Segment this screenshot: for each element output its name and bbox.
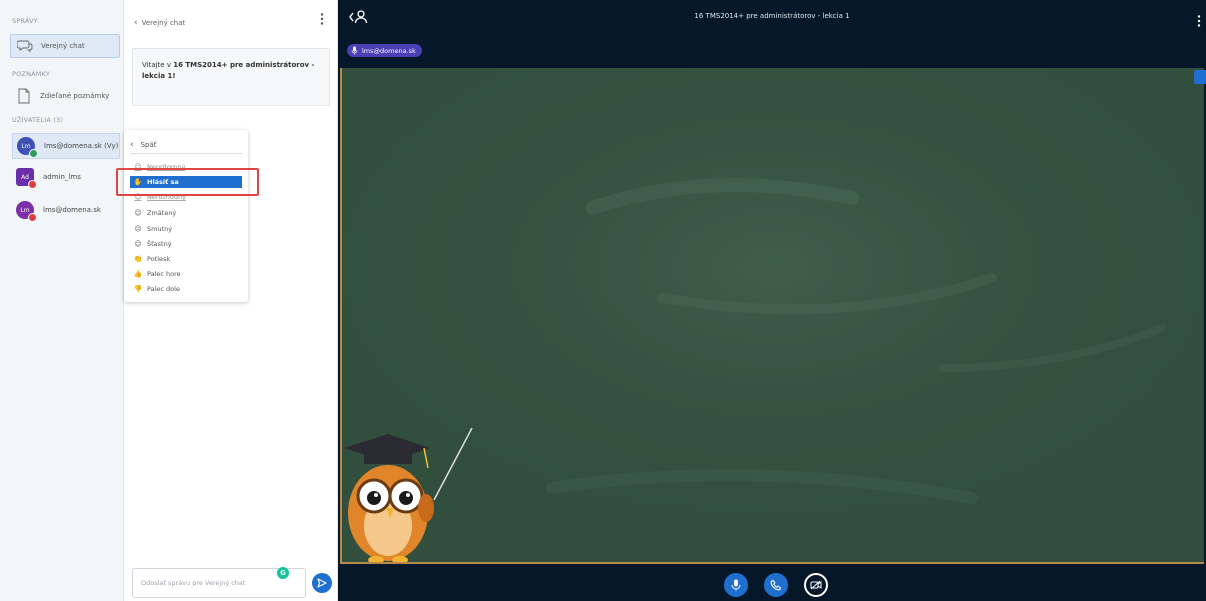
users-section-title: UŽÍVATELIA (3) <box>12 116 64 124</box>
chat-bubbles-icon <box>17 38 33 54</box>
user-name: lms@domena.sk (Vy) <box>44 142 119 150</box>
user-list-item[interactable]: Lm lms@domena.sk (Vy) <box>12 133 120 159</box>
status-menu: ‹ Späť ☺ Neprítomný ✋ Hlásiť sa ☺ Nerozh… <box>124 130 248 302</box>
phone-icon <box>770 579 782 591</box>
thumbs-up-icon: 👍 <box>133 270 143 278</box>
status-thumbs-up[interactable]: 👍 Palec hore <box>130 268 242 280</box>
status-applause[interactable]: 👏 Potlesk <box>130 253 242 265</box>
user-list-item[interactable]: Lm lms@domena.sk <box>12 197 120 223</box>
media-controls <box>338 566 1206 601</box>
happy-icon: ☺ <box>134 240 142 248</box>
chat-header: ‹ Verejný chat <box>124 0 338 46</box>
sad-icon: ☹ <box>134 225 142 233</box>
user-list-item[interactable]: Ad admin_lms <box>12 164 120 190</box>
presentation-side-toggle[interactable] <box>1194 70 1206 84</box>
messages-section-title: SPRÁVY <box>12 17 38 25</box>
microphone-icon <box>351 46 358 55</box>
welcome-message: Vitajte v 16 TMS2014+ pre administrátoro… <box>132 48 330 106</box>
status-thumbs-down[interactable]: 👎 Palec dole <box>130 283 242 295</box>
status-sad[interactable]: ☹ Smutný <box>130 223 242 235</box>
sidebar-item-shared-notes[interactable]: Zdieľané poznámky <box>10 84 120 108</box>
thumbs-down-icon: 👎 <box>133 285 143 293</box>
whiteboard-slide[interactable] <box>340 68 1204 564</box>
user-sidebar: SPRÁVY Verejný chat POZNÁMKY Zdieľané po… <box>0 0 124 601</box>
sidebar-item-label: Verejný chat <box>41 42 85 50</box>
mute-button[interactable] <box>724 573 748 597</box>
avatar: Ad <box>16 168 37 189</box>
send-button[interactable] <box>312 573 332 593</box>
chevron-left-icon[interactable]: ‹ <box>134 18 138 28</box>
presentation-title: 16 TMS2014+ pre administrátorov - lekcia… <box>694 12 850 20</box>
more-options-icon[interactable] <box>1196 14 1202 28</box>
avatar: Lm <box>16 201 37 222</box>
chat-title[interactable]: Verejný chat <box>142 19 186 27</box>
confused-icon: ☺ <box>134 209 142 217</box>
highlight-annotation <box>116 168 259 196</box>
chalkboard-illustration <box>342 68 1204 562</box>
video-camera-off-icon <box>810 580 822 590</box>
user-name: admin_lms <box>43 173 81 181</box>
user-name: lms@domena.sk <box>43 206 101 214</box>
muted-status-icon <box>28 180 37 189</box>
status-menu-back[interactable]: ‹ Späť <box>130 136 242 154</box>
talking-indicator: lms@domena.sk <box>347 44 422 57</box>
share-webcam-button[interactable] <box>804 573 828 597</box>
avatar: Lm <box>17 137 38 158</box>
send-icon <box>317 578 327 588</box>
mic-status-icon <box>29 149 38 158</box>
presentation-area: 16 TMS2014+ pre administrátorov - lekcia… <box>338 0 1206 601</box>
status-happy[interactable]: ☺ Šťastný <box>130 238 242 250</box>
presentation-topbar: 16 TMS2014+ pre administrátorov - lekcia… <box>338 0 1206 57</box>
sidebar-item-label: Zdieľané poznámky <box>40 92 110 100</box>
sidebar-item-public-chat[interactable]: Verejný chat <box>10 34 120 58</box>
more-options-icon[interactable] <box>317 12 327 26</box>
chevron-left-icon: ‹ <box>130 139 134 150</box>
muted-status-icon <box>28 213 37 222</box>
grammarly-icon[interactable]: G <box>277 567 289 579</box>
status-confused[interactable]: ☺ Zmätený <box>130 207 242 219</box>
notes-section-title: POZNÁMKY <box>12 70 51 78</box>
leave-audio-button[interactable] <box>764 573 788 597</box>
applause-icon: 👏 <box>133 255 143 263</box>
microphone-icon <box>731 579 741 591</box>
document-icon <box>16 88 32 104</box>
